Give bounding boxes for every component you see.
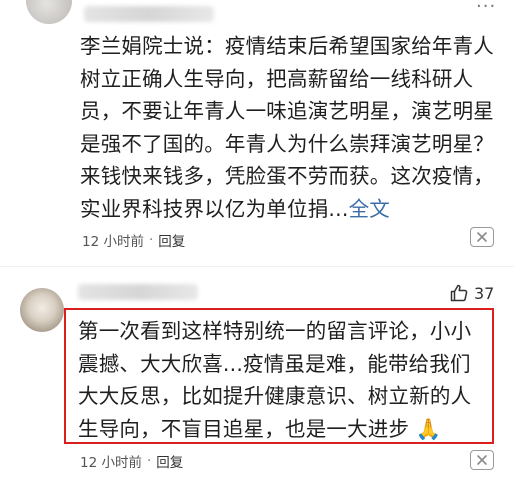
close-icon (477, 455, 487, 465)
comment-text: 李兰娟院士说：疫情结束后希望国家给年青人树立正确人生导向，把高薪留给一线科研人员… (80, 30, 500, 225)
comment-text: 第一次看到这样特别统一的留言评论，小小震撼、大大欣喜...疫情虽是难，能带给我们… (78, 319, 472, 441)
comment-body: 李兰娟院士说：疫情结束后希望国家给年青人树立正确人生导向，把高薪留给一线科研人员… (80, 34, 494, 221)
like-count: 37 (474, 283, 495, 303)
timestamp: 12 小时前 (80, 455, 142, 471)
username-blurred[interactable] (78, 284, 198, 300)
timestamp: 12 小时前 (82, 234, 144, 250)
close-icon (477, 232, 487, 242)
reply-button[interactable]: 回复 (156, 451, 183, 471)
reply-button[interactable]: 回复 (158, 230, 185, 250)
avatar[interactable] (20, 288, 64, 332)
separator-dot: · (146, 453, 152, 469)
expand-full-text-link[interactable]: 全文 (349, 197, 390, 221)
separator-dot: · (148, 232, 154, 248)
dismiss-button[interactable] (470, 227, 494, 247)
like-button[interactable]: 37 (449, 283, 494, 303)
comment-meta: 12 小时前 · 回复 (82, 230, 185, 250)
comment-meta: 12 小时前 · 回复 (80, 451, 183, 471)
more-options-icon[interactable]: ··· (476, 0, 496, 17)
avatar[interactable] (26, 0, 72, 24)
username-blurred[interactable] (84, 6, 214, 22)
thumbs-up-icon (450, 284, 468, 302)
divider (0, 266, 514, 267)
dismiss-button[interactable] (470, 450, 494, 470)
